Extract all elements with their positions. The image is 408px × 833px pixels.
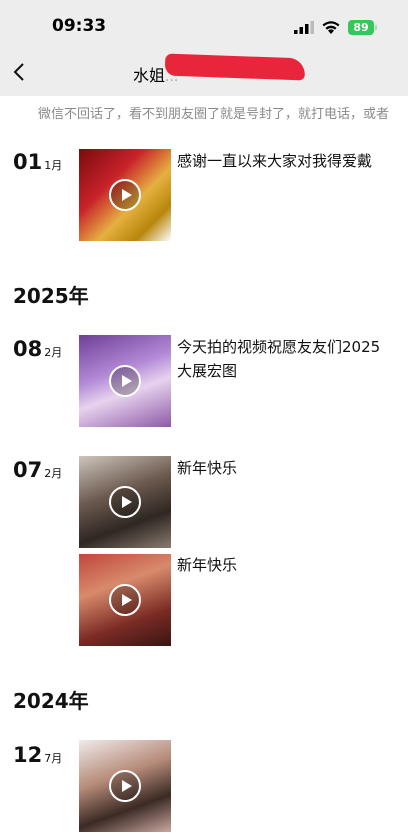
video-thumbnail[interactable] xyxy=(79,456,171,548)
page-title-text: 水姐 xyxy=(133,66,166,85)
signature-bar: 微信不回话了，看不到朋友圈了就是号封了，就打电话，或者 xyxy=(0,96,408,128)
battery-tip xyxy=(375,25,377,30)
post-caption[interactable]: 今天拍的视频祝愿友友们2025大展宏图 xyxy=(177,335,382,383)
play-icon xyxy=(109,179,141,211)
post-date: 12 7月 xyxy=(13,743,62,767)
battery-icon: 89 xyxy=(348,20,374,35)
date-day: 12 xyxy=(13,743,43,767)
video-thumbnail[interactable] xyxy=(79,149,171,241)
play-icon xyxy=(109,584,141,616)
signal-icon xyxy=(294,21,314,34)
date-day: 08 xyxy=(13,337,43,361)
video-thumbnail[interactable] xyxy=(79,335,171,427)
wifi-icon xyxy=(322,21,340,34)
date-day: 01 xyxy=(13,150,43,174)
post-caption[interactable]: 感谢一直以来大家对我得爱戴 xyxy=(177,149,382,173)
date-month: 2月 xyxy=(44,467,63,480)
date-month: 1月 xyxy=(44,159,63,172)
post-date: 01 1月 xyxy=(13,150,62,174)
back-chevron-icon xyxy=(13,63,24,81)
post-date: 08 2月 xyxy=(13,337,62,361)
profile-signature: 微信不回话了，看不到朋友圈了就是号封了，就打电话，或者 xyxy=(38,107,390,122)
play-icon xyxy=(109,365,141,397)
back-button[interactable] xyxy=(8,58,32,86)
year-header: 2024年 xyxy=(13,689,89,713)
year-header: 2025年 xyxy=(13,284,89,308)
date-day: 07 xyxy=(13,458,43,482)
play-icon xyxy=(109,486,141,518)
play-icon xyxy=(109,770,141,802)
post-caption[interactable]: 新年快乐 xyxy=(177,456,382,480)
status-time: 09:33 xyxy=(52,16,107,36)
date-month: 2月 xyxy=(44,346,63,359)
video-thumbnail[interactable] xyxy=(79,554,171,646)
date-month: 7月 xyxy=(44,752,63,765)
post-caption[interactable]: 新年快乐 xyxy=(177,553,382,577)
post-date: 07 2月 xyxy=(13,458,62,482)
video-thumbnail[interactable] xyxy=(79,740,171,832)
